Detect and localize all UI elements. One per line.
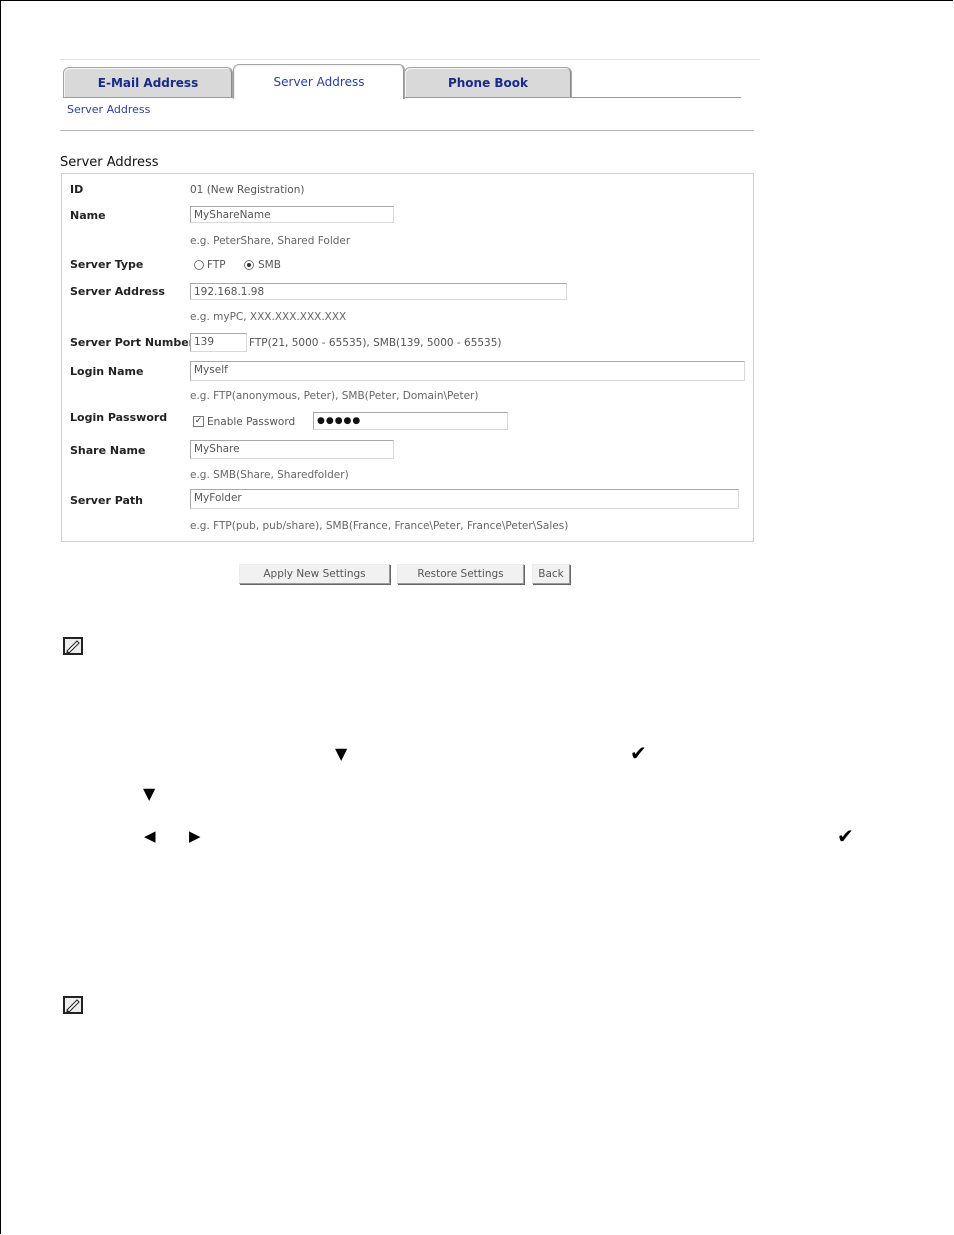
share-name-label: Share Name (70, 444, 146, 457)
server-port-label: Server Port Number (70, 336, 195, 349)
smb-radio[interactable] (244, 260, 254, 270)
right-arrow-icon: ▶ (189, 827, 201, 845)
name-input[interactable]: MyShareName (190, 206, 394, 223)
login-password-input[interactable]: ●●●●● (313, 412, 508, 430)
ftp-radio-label: FTP (207, 259, 226, 271)
note-icon (63, 637, 83, 655)
server-port-input[interactable]: 139 (190, 333, 247, 352)
login-name-label: Login Name (70, 365, 144, 378)
login-name-hint: e.g. FTP(anonymous, Peter), SMB(Peter, D… (190, 390, 479, 402)
id-value: 01 (New Registration) (190, 184, 305, 196)
server-address-hint: e.g. myPC, XXX.XXX.XXX.XXX (190, 311, 347, 323)
left-arrow-icon: ◀ (144, 827, 156, 845)
enable-password-label: Enable Password (207, 416, 296, 428)
name-label: Name (70, 209, 106, 222)
ftp-radio[interactable] (194, 260, 204, 270)
down-arrow-icon: ▼ (335, 744, 348, 763)
top-divider (60, 59, 760, 60)
enable-password-checkbox[interactable]: ✓ (193, 416, 204, 427)
name-hint: e.g. PeterShare, Shared Folder (190, 235, 351, 247)
check-icon: ✔ (837, 824, 854, 848)
server-type-label: Server Type (70, 258, 144, 271)
share-name-input[interactable]: MyShare (190, 440, 394, 459)
restore-settings-button[interactable]: Restore Settings (397, 564, 524, 584)
login-password-label: Login Password (70, 411, 168, 424)
note-icon (63, 996, 83, 1014)
tab-server-address[interactable]: Server Address (233, 64, 405, 99)
login-name-input[interactable]: Myself (190, 361, 745, 381)
apply-new-settings-button[interactable]: Apply New Settings (239, 564, 390, 584)
tab-phone-book[interactable]: Phone Book (404, 67, 572, 98)
id-label: ID (70, 183, 84, 196)
down-arrow-icon: ▼ (143, 784, 156, 803)
server-path-label: Server Path (70, 494, 143, 507)
breadcrumb[interactable]: Server Address (67, 103, 150, 116)
server-address-label: Server Address (70, 285, 165, 298)
share-name-hint: e.g. SMB(Share, Sharedfolder) (190, 469, 349, 481)
section-divider (60, 130, 754, 131)
server-path-hint: e.g. FTP(pub, pub/share), SMB(France, Fr… (190, 520, 569, 532)
tab-bar: E-Mail Address Server Address Phone Book (63, 64, 743, 99)
tab-email-address[interactable]: E-Mail Address (63, 67, 233, 98)
server-address-input[interactable]: 192.168.1.98 (190, 283, 567, 300)
smb-radio-label: SMB (258, 259, 281, 271)
server-port-hint: FTP(21, 5000 - 65535), SMB(139, 5000 - 6… (249, 337, 502, 349)
server-path-input[interactable]: MyFolder (190, 489, 739, 509)
server-address-form: ID 01 (New Registration) Name MyShareNam… (61, 173, 754, 542)
back-button[interactable]: Back (532, 564, 570, 584)
page-title: Server Address (60, 155, 159, 170)
check-icon: ✔ (630, 741, 647, 765)
